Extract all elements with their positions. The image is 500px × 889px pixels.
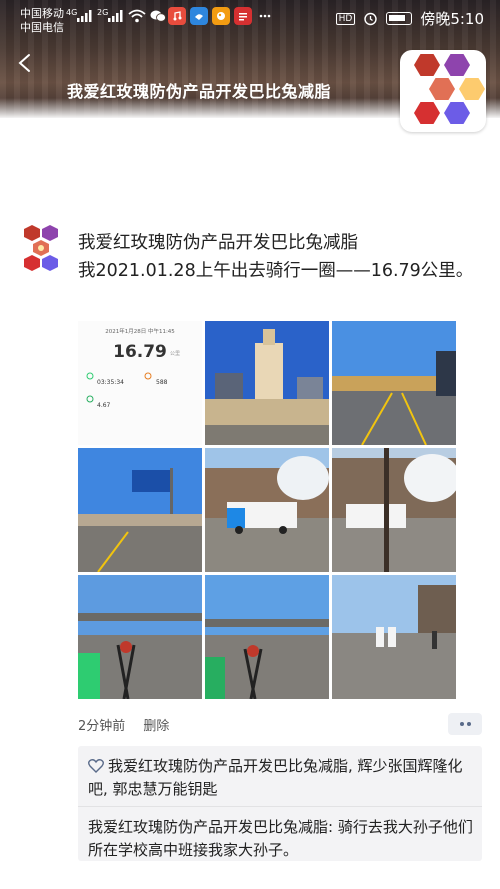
photo-duration: 03:35:34 <box>97 379 124 386</box>
status-time: 傍晚5:10 <box>420 10 484 28</box>
avatar-tile <box>459 78 485 100</box>
wifi-icon <box>128 9 146 23</box>
status-bar: 中国移动 中国电信 4G 2G HD 傍晚5:10 <box>0 0 500 36</box>
delete-link[interactable]: 删除 <box>143 719 169 734</box>
moments-detail-page: 中国移动 中国电信 4G 2G HD 傍晚5:10 我爱红玫瑰防伪产品开发巴比兔… <box>0 0 500 889</box>
photo-cycling-stats[interactable]: 2021年1月28日 中午11:45 16.79 公里 03:35:34 588… <box>78 321 202 445</box>
page-title: 我爱红玫瑰防伪产品开发巴比兔减脂 <box>67 82 332 101</box>
post-author-name[interactable]: 我爱红玫瑰防伪产品开发巴比兔减脂 <box>78 229 478 257</box>
heart-icon <box>88 759 104 773</box>
more-notifications-icon <box>256 7 274 25</box>
more-actions-button[interactable] <box>448 713 482 735</box>
alarm-icon <box>364 12 378 26</box>
post-body: 我爱红玫瑰防伪产品开发巴比兔减脂 我2021.01.28上午出去骑行一圈——16… <box>78 229 478 285</box>
photo-distance: 16.79 <box>113 342 167 362</box>
likes-row: 我爱红玫瑰防伪产品开发巴比兔减脂, 辉少张国辉隆化吧, 郭忠慧万能钥匙 <box>88 755 474 801</box>
wechat-icon <box>150 10 166 22</box>
profile-avatar[interactable] <box>400 50 486 132</box>
hd-badge: HD <box>335 12 356 25</box>
likes-names[interactable]: 我爱红玫瑰防伪产品开发巴比兔减脂, 辉少张国辉隆化吧, 郭忠慧万能钥匙 <box>88 757 463 798</box>
app-notification-icon-4 <box>234 7 252 25</box>
back-arrow-icon[interactable] <box>14 52 36 74</box>
photo-road-trees[interactable] <box>332 321 456 445</box>
carrier-secondary: 中国电信 <box>20 21 64 34</box>
photo-street-sign[interactable] <box>78 448 202 572</box>
ellipsis-icon <box>259 14 271 18</box>
network-type-1: 4G <box>66 8 78 17</box>
bird-icon <box>195 14 203 20</box>
photo-building[interactable] <box>205 321 329 445</box>
more-dot-icon <box>459 722 464 726</box>
battery-icon <box>386 12 413 25</box>
signal-icon <box>77 10 92 22</box>
network-type-2: 2G <box>97 8 109 17</box>
palette-icon <box>217 12 225 20</box>
post-author-avatar[interactable] <box>20 225 62 275</box>
app-notification-icon-1 <box>168 7 186 25</box>
avatar-tile <box>429 78 455 100</box>
app-notification-icon-3 <box>212 7 230 25</box>
comment-item[interactable]: 我爱红玫瑰防伪产品开发巴比兔减脂: 骑行去我大孙子他们所在学校高中班接我家大孙子… <box>88 816 474 862</box>
avatar-tile <box>444 102 470 124</box>
app-notification-icon-2 <box>190 7 208 25</box>
music-note-icon <box>173 11 182 21</box>
avatar-tile <box>444 54 470 76</box>
avatar-tile <box>414 102 440 124</box>
photo-bridge-bike-2[interactable] <box>205 575 329 699</box>
comments-divider <box>78 806 482 807</box>
signal-icon-2 <box>108 10 123 22</box>
photo-speed: 4.67 <box>97 402 111 409</box>
more-dot-icon <box>466 722 471 726</box>
photo-truck[interactable] <box>205 448 329 572</box>
notification-app-icons <box>168 7 274 25</box>
avatar-tile <box>414 54 440 76</box>
photo-date: 2021年1月28日 中午11:45 <box>105 327 175 335</box>
post-meta: 2分钟前 删除 <box>78 715 183 734</box>
headline-icon <box>239 13 247 21</box>
photo-street-people[interactable] <box>332 575 456 699</box>
status-right: HD 傍晚5:10 <box>335 8 484 29</box>
comments-panel: 我爱红玫瑰防伪产品开发巴比兔减脂, 辉少张国辉隆化吧, 郭忠慧万能钥匙 我爱红玫… <box>78 746 482 861</box>
photo-grid: 2021年1月28日 中午11:45 16.79 公里 03:35:34 588… <box>78 321 458 699</box>
post-content: 我2021.01.28上午出去骑行一圈——16.79公里。 <box>78 261 474 281</box>
photo-distance-unit: 公里 <box>170 351 180 357</box>
photo-truck-2[interactable] <box>332 448 456 572</box>
photo-bridge-bike[interactable] <box>78 575 202 699</box>
post-time: 2分钟前 <box>78 719 126 734</box>
photo-steps: 588 <box>156 379 168 386</box>
